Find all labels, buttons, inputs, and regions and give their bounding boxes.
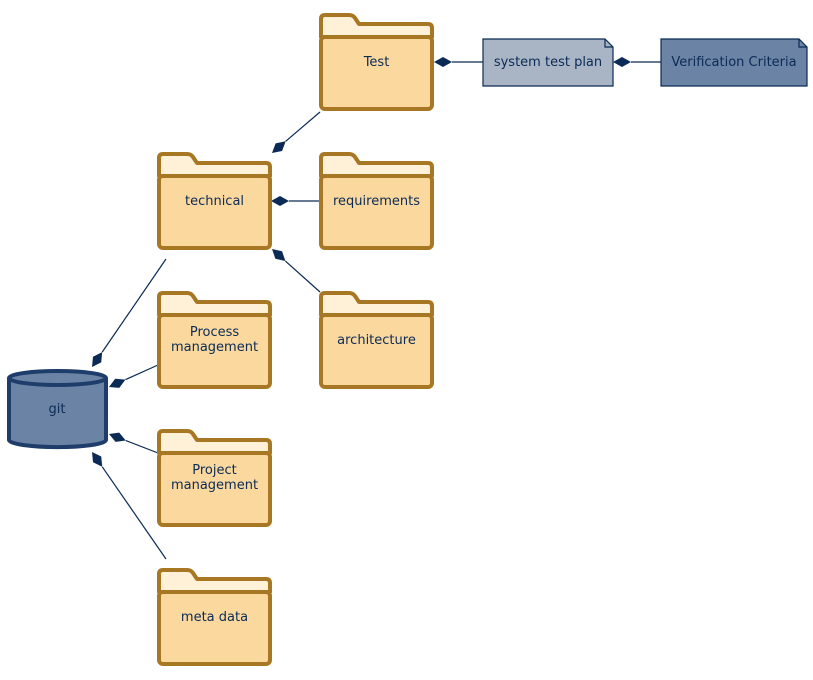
process-management-label-line2: management [171, 340, 258, 355]
folder-tab [157, 568, 272, 594]
edge-git-technical [92, 258, 167, 367]
system-test-plan-label: system test plan [494, 55, 602, 70]
technical-label: technical [185, 194, 244, 209]
composition-diamond-icon [613, 57, 631, 67]
node-technical[interactable]: technical [157, 152, 272, 250]
verification-criteria-label: Verification Criteria [671, 55, 796, 70]
node-process-management[interactable]: Processmanagement [157, 291, 272, 389]
edge-git-meta-data [92, 452, 167, 560]
folder-body [319, 35, 434, 111]
node-test[interactable]: Test [319, 13, 434, 111]
node-meta-data[interactable]: meta data [157, 568, 272, 666]
edge-git-process-management [109, 364, 159, 388]
meta-data-label: meta data [181, 610, 248, 625]
edge-line [285, 111, 321, 142]
edge-line [101, 258, 167, 353]
edge-git-project-management [109, 432, 159, 454]
edge-line [285, 260, 321, 293]
folder-tab [157, 291, 272, 317]
edge-line [125, 364, 159, 381]
git-label: git [49, 402, 66, 417]
folder-tab [319, 291, 434, 317]
folders: Testtechnical requirementsProcessmanageme… [157, 13, 434, 666]
composition-diamond-icon [109, 432, 126, 442]
composition-diamond-icon [271, 196, 289, 206]
requirements-label: requirements [333, 194, 420, 209]
diagram-canvas: Testtechnical requirementsProcessmanageme… [7, 13, 808, 666]
node-architecture[interactable]: architecture [319, 291, 434, 389]
node-git[interactable]: git [7, 369, 108, 450]
composition-diamond-icon [92, 452, 103, 467]
edge-technical-architecture [272, 249, 321, 293]
edge-technical-requirements [271, 196, 320, 206]
folder-tab [319, 13, 434, 39]
node-requirements[interactable]: requirements [319, 152, 434, 250]
edge-test-system-test-plan [434, 57, 483, 67]
composition-diamond-icon [434, 57, 452, 67]
composition-diamond-icon [272, 141, 286, 153]
project-management-label-line1: Project [192, 463, 236, 478]
folder-body [157, 174, 272, 250]
folder-body [319, 313, 434, 389]
edge-system-test-plan-verification-criteria [613, 57, 661, 67]
process-management-label-line1: Process [190, 325, 240, 340]
project-management-label-line2: management [171, 478, 258, 493]
composition-diamond-icon [272, 249, 286, 262]
folder-body [157, 590, 272, 666]
folder-tab [157, 429, 272, 455]
folder-tab [157, 152, 272, 178]
node-project-management[interactable]: Projectmanagement [157, 429, 272, 527]
composition-diamond-icon [92, 352, 103, 367]
node-verification-criteria[interactable]: Verification Criteria [660, 38, 808, 87]
folder-body [319, 174, 434, 250]
edge-line [101, 466, 167, 560]
architecture-label: architecture [337, 333, 416, 348]
composition-diamond-icon [109, 378, 126, 388]
folder-tab [319, 152, 434, 178]
edge-line [125, 439, 159, 454]
test-label: Test [363, 55, 390, 70]
edge-technical-test [272, 111, 321, 153]
node-system-test-plan[interactable]: system test plan [482, 38, 614, 87]
